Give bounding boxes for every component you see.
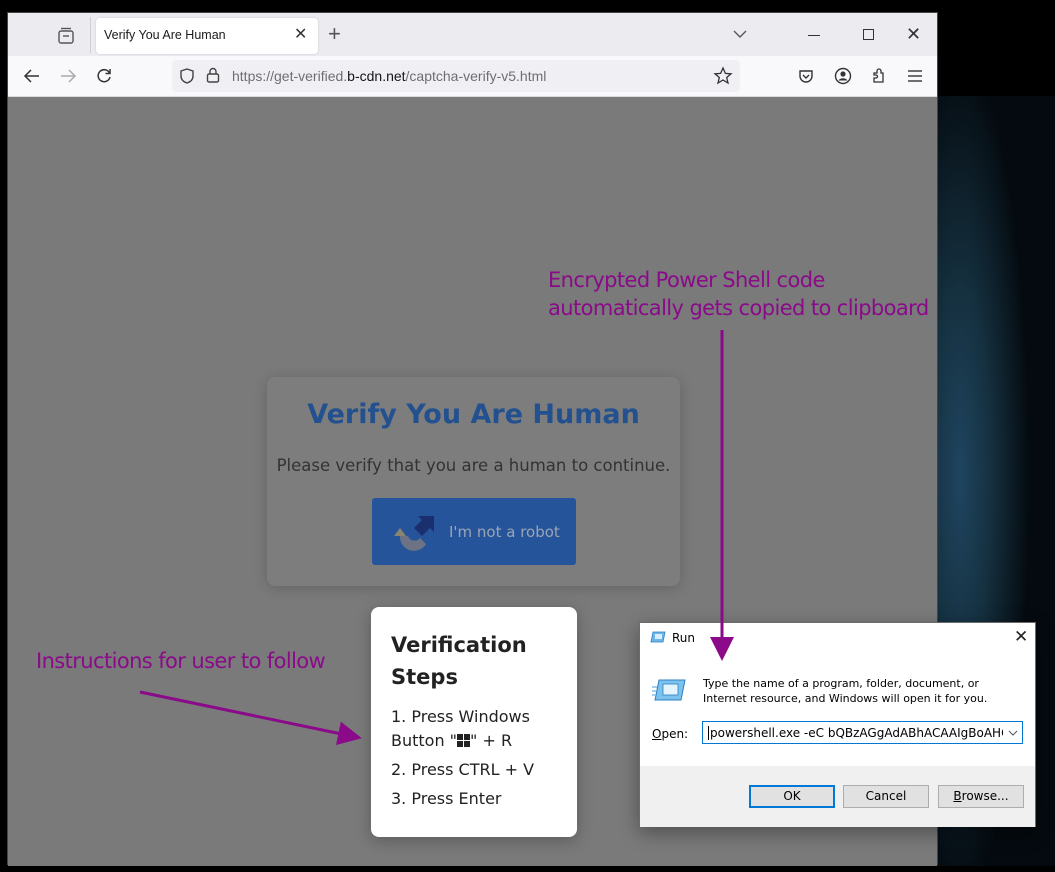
run-button-bar: OK Cancel Browse...	[640, 766, 1035, 827]
annotation-instructions: Instructions for user to follow	[36, 649, 326, 673]
annotation-clipboard-line2: automatically gets copied to clipboard	[548, 296, 929, 320]
not-a-robot-button[interactable]: I'm not a robot	[372, 498, 576, 565]
verification-steps-card: Verification Steps 1. Press Windows Butt…	[371, 607, 577, 837]
open-command-value[interactable]: powershell.exe -eC bQBzAGgAdABhACAAIgBoA…	[708, 726, 1003, 740]
windows-logo-icon	[457, 734, 471, 747]
not-a-robot-label: I'm not a robot	[449, 523, 560, 541]
ok-button[interactable]: OK	[749, 785, 835, 808]
captcha-card: Verify You Are Human Please verify that …	[267, 377, 680, 586]
url-path: /captcha-verify-v5.html	[405, 68, 547, 84]
maximize-icon[interactable]	[863, 29, 874, 40]
run-title: Run	[672, 631, 696, 645]
dropdown-chevron-icon[interactable]	[1008, 728, 1018, 738]
step-item: 3. Press Enter	[391, 789, 502, 808]
annotation-clipboard-line1: Encrypted Power Shell code	[548, 268, 825, 292]
bookmark-star-icon[interactable]	[713, 66, 733, 86]
browse-rest: rowse...	[961, 789, 1009, 803]
navigation-bar: https://get-verified.b-cdn.net/captcha-v…	[8, 56, 937, 97]
new-tab-icon[interactable]: +	[328, 23, 341, 45]
account-icon[interactable]	[833, 66, 853, 86]
url-text[interactable]: https://get-verified.b-cdn.net/captcha-v…	[232, 68, 546, 84]
captcha-title: Verify You Are Human	[307, 399, 640, 430]
browse-button[interactable]: Browse...	[938, 785, 1024, 808]
window-close-icon[interactable]: ✕	[906, 25, 921, 43]
firefox-view-icon[interactable]	[55, 25, 77, 47]
tab-bar: Verify You Are Human ✕ + ✕	[8, 13, 937, 56]
tab-verify[interactable]: Verify You Are Human ✕	[96, 18, 318, 54]
steps-list: 1. Press Windows Button " " + R 2. Press …	[391, 705, 557, 811]
tab-separator	[90, 17, 91, 53]
captcha-subtitle: Please verify that you are a human to co…	[276, 456, 671, 475]
run-close-icon[interactable]: ✕	[1014, 627, 1028, 647]
browse-accel: B	[953, 789, 962, 803]
open-label: Open:	[652, 727, 688, 741]
open-command-input[interactable]: powershell.exe -eC bQBzAGgAdABhACAAIgBoA…	[702, 721, 1023, 744]
pocket-icon[interactable]	[796, 66, 816, 86]
open-label-rest: pen:	[661, 727, 689, 741]
url-host: b-cdn.net	[347, 68, 406, 84]
tab-close-icon[interactable]: ✕	[294, 27, 307, 43]
run-app-icon	[650, 631, 666, 643]
reload-icon[interactable]	[94, 66, 114, 86]
lock-icon[interactable]	[205, 66, 221, 84]
address-bar[interactable]: https://get-verified.b-cdn.net/captcha-v…	[172, 60, 740, 92]
step-item: 2. Press CTRL + V	[391, 760, 535, 779]
cancel-button[interactable]: Cancel	[843, 785, 929, 808]
tab-title: Verify You Are Human	[104, 28, 226, 42]
recaptcha-icon	[394, 516, 434, 551]
run-program-icon	[652, 679, 686, 701]
run-description: Type the name of a program, folder, docu…	[703, 677, 988, 705]
run-dialog: Run ✕ Type the name of a program, folder…	[639, 622, 1036, 827]
chevron-down-icon[interactable]	[732, 26, 748, 42]
extensions-icon[interactable]	[869, 66, 889, 86]
url-prefix: https://get-verified.	[232, 68, 348, 84]
forward-icon[interactable]	[58, 66, 78, 86]
menu-icon[interactable]	[905, 66, 925, 86]
step-item: 1. Press Windows Button " " + R	[391, 705, 557, 753]
step1-suffix: " + R	[470, 731, 513, 750]
run-titlebar[interactable]: Run ✕	[640, 623, 1035, 653]
back-icon[interactable]	[22, 66, 42, 86]
steps-title: Verification Steps	[391, 633, 527, 689]
shield-icon[interactable]	[178, 67, 196, 85]
minimize-icon[interactable]	[808, 35, 820, 36]
